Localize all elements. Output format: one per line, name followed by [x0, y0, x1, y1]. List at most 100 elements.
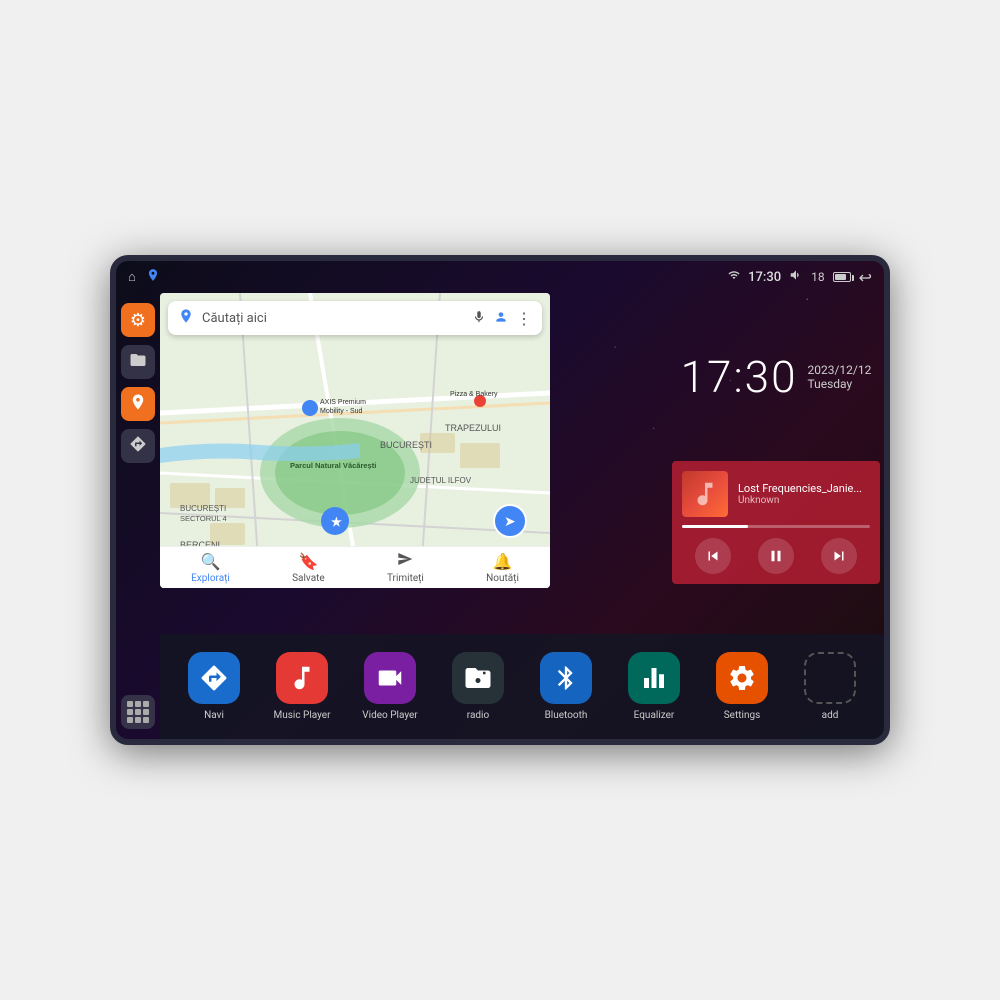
svg-text:TRAPEZULUI: TRAPEZULUI [445, 423, 501, 433]
explore-label: Explorați [191, 573, 230, 584]
clock-date: 2023/12/12 Tuesday [808, 363, 872, 391]
left-sidebar: ⚙ [116, 293, 160, 739]
status-right-icons: 17:30 18 ↩ [728, 268, 872, 287]
map-nav-share[interactable]: Trimiteți [387, 551, 424, 584]
grid-dot [135, 717, 141, 723]
status-bar: ⌂ 17:30 18 [116, 261, 884, 293]
svg-text:AXIS Premium: AXIS Premium [320, 399, 366, 406]
radio-icon [452, 652, 504, 704]
home-icon[interactable]: ⌂ [128, 269, 136, 285]
pause-button[interactable] [758, 538, 794, 574]
account-icon[interactable] [494, 309, 508, 328]
map-nav-saved[interactable]: 🔖 Salvate [292, 552, 325, 584]
album-art-image [682, 471, 728, 517]
sidebar-map-btn[interactable] [121, 387, 155, 421]
music-player-widget: Lost Frequencies_Janie... Unknown [672, 461, 880, 584]
add-app-icon [804, 652, 856, 704]
track-name: Lost Frequencies_Janie... [738, 482, 870, 495]
app-grid: Navi Music Player [160, 634, 884, 739]
music-player-label: Music Player [273, 710, 330, 721]
battery-icon [833, 272, 851, 282]
map-area[interactable]: TRAPEZULUI BUCUREȘTI JUDEȚUL ILFOV BUCUR… [160, 293, 550, 588]
radio-label: radio [467, 710, 489, 721]
equalizer-label: Equalizer [634, 710, 675, 721]
screen: ⌂ 17:30 18 [116, 261, 884, 739]
video-player-label: Video Player [362, 710, 417, 721]
back-icon[interactable]: ↩ [859, 268, 872, 287]
main-content: TRAPEZULUI BUCUREȘTI JUDEȚUL ILFOV BUCUR… [160, 293, 884, 739]
news-label: Noutăți [486, 573, 519, 584]
status-time: 17:30 [748, 270, 781, 285]
svg-text:Mobility - Sud: Mobility - Sud [320, 408, 363, 415]
map-pin-icon [129, 393, 147, 415]
car-head-unit: ⌂ 17:30 18 [110, 255, 890, 745]
progress-fill [682, 525, 748, 528]
settings-icon: ⚙ [130, 310, 146, 331]
svg-text:JUDEȚUL ILFOV: JUDEȚUL ILFOV [410, 476, 472, 485]
saved-icon: 🔖 [298, 552, 318, 571]
map-icon[interactable] [146, 268, 160, 286]
grid-dot [127, 709, 133, 715]
volume-icon [789, 268, 803, 286]
google-maps-icon [178, 308, 194, 328]
wifi-icon [728, 269, 740, 285]
bluetooth-icon [540, 652, 592, 704]
grid-dot [135, 701, 141, 707]
navigation-icon [129, 435, 147, 457]
svg-text:★: ★ [331, 515, 342, 529]
bluetooth-label: Bluetooth [545, 710, 588, 721]
svg-text:SECTORUL 4: SECTORUL 4 [180, 514, 227, 523]
app-video-player[interactable]: Video Player [358, 652, 422, 721]
album-art [682, 471, 728, 517]
map-nav-explore[interactable]: 🔍 Explorați [191, 552, 230, 584]
sidebar-nav-btn[interactable] [121, 429, 155, 463]
clock-date-value: 2023/12/12 [808, 363, 872, 377]
svg-text:BUCUREȘTI: BUCUREȘTI [380, 440, 432, 450]
grid-dot [135, 709, 141, 715]
player-info: Lost Frequencies_Janie... Unknown [682, 471, 870, 517]
next-button[interactable] [821, 538, 857, 574]
prev-button[interactable] [695, 538, 731, 574]
map-nav-news[interactable]: 🔔 Noutăți [486, 552, 519, 584]
video-player-icon [364, 652, 416, 704]
app-equalizer[interactable]: Equalizer [622, 652, 686, 721]
clock-day-value: Tuesday [808, 377, 853, 391]
explore-icon: 🔍 [201, 552, 221, 571]
mic-icon[interactable] [472, 309, 486, 328]
share-icon [397, 551, 413, 571]
map-search-bar[interactable]: Căutați aici ⋮ [168, 301, 542, 335]
music-player-icon [276, 652, 328, 704]
status-left-icons: ⌂ [128, 268, 160, 286]
map-search-text: Căutați aici [202, 311, 464, 326]
track-artist: Unknown [738, 495, 870, 506]
share-label: Trimiteți [387, 573, 424, 584]
progress-bar[interactable] [682, 525, 870, 528]
settings-app-label: Settings [724, 710, 761, 721]
clock-time: 17:30 [681, 351, 798, 403]
track-info: Lost Frequencies_Janie... Unknown [738, 482, 870, 506]
saved-label: Salvate [292, 573, 325, 584]
grid-dot [143, 701, 149, 707]
app-settings[interactable]: Settings [710, 652, 774, 721]
equalizer-icon [628, 652, 680, 704]
app-music-player[interactable]: Music Player [270, 652, 334, 721]
news-icon: 🔔 [493, 552, 513, 571]
battery-level: 18 [811, 270, 825, 284]
app-radio[interactable]: radio [446, 652, 510, 721]
svg-text:Parcul Natural Văcărești: Parcul Natural Văcărești [290, 461, 376, 470]
svg-text:➤: ➤ [504, 513, 516, 529]
clock-area: 17:30 2023/12/12 Tuesday [668, 293, 884, 461]
svg-text:BUCUREȘTI: BUCUREȘTI [180, 504, 226, 513]
sidebar-apps-btn[interactable] [121, 695, 155, 729]
app-bluetooth[interactable]: Bluetooth [534, 652, 598, 721]
files-icon [129, 351, 147, 373]
grid-dot [143, 709, 149, 715]
grid-dot [127, 701, 133, 707]
sidebar-settings-btn[interactable]: ⚙ [121, 303, 155, 337]
grid-dot [143, 717, 149, 723]
menu-icon[interactable]: ⋮ [516, 309, 532, 328]
sidebar-files-btn[interactable] [121, 345, 155, 379]
app-add[interactable]: add [798, 652, 862, 721]
settings-app-icon [716, 652, 768, 704]
app-navi[interactable]: Navi [182, 652, 246, 721]
